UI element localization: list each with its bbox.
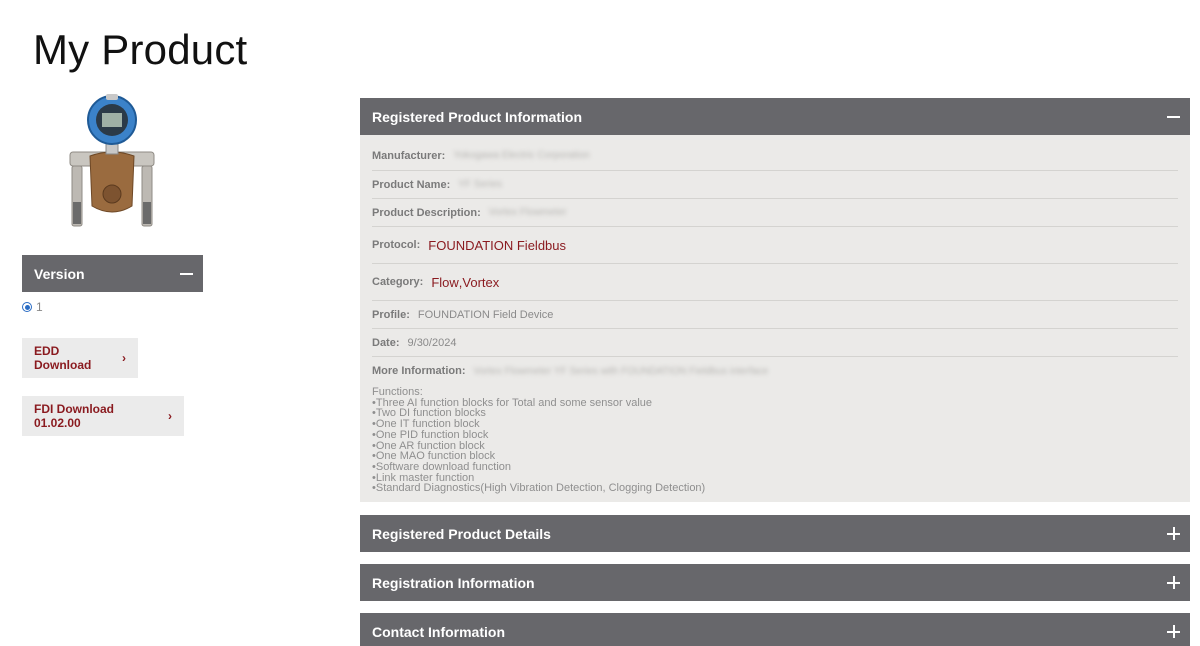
category-link-vortex[interactable]: Vortex — [462, 275, 499, 290]
registered-product-information-body: Manufacturer: Yokogawa Electric Corporat… — [360, 135, 1190, 502]
more-information-value: Vortex Flowmeter YF Series with FOUNDATI… — [473, 365, 769, 377]
registered-product-details-label: Registered Product Details — [372, 525, 551, 542]
product-name-row: Product Name: YF Series — [372, 171, 1178, 199]
profile-label: Profile: — [372, 308, 410, 321]
page-title: My Product — [33, 26, 248, 73]
functions-line: •One IT function block — [372, 418, 480, 431]
fdi-download-label: FDI Download 01.02.00 — [34, 402, 114, 430]
manufacturer-value: Yokogawa Electric Corporation — [453, 150, 590, 161]
product-description-value: Vortex Flowmeter — [488, 207, 567, 218]
functions-line: •Two DI function blocks — [372, 407, 486, 420]
profile-value: FOUNDATION Field Device — [417, 308, 554, 321]
functions-list: Functions: •Three AI function blocks for… — [372, 387, 1178, 494]
functions-line: •Software download function — [372, 460, 511, 473]
fdi-download-button[interactable]: FDI Download 01.02.00 › — [22, 396, 184, 436]
protocol-link[interactable]: FOUNDATION Fieldbus — [428, 238, 566, 253]
functions-line: •One PID function block — [372, 428, 489, 441]
version-option[interactable]: 1 — [22, 300, 43, 314]
registered-product-information-header[interactable]: Registered Product Information — [360, 98, 1190, 135]
category-label: Category: — [372, 276, 424, 288]
registered-product-details-header[interactable]: Registered Product Details — [360, 515, 1190, 552]
category-row: Category: Flow, Vortex — [372, 264, 1178, 301]
version-header-label: Version — [34, 265, 85, 282]
registration-information-label: Registration Information — [372, 574, 535, 591]
more-information-row: More Information: Vortex Flowmeter YF Se… — [372, 357, 1178, 385]
chevron-right-icon: › — [122, 351, 126, 365]
more-information-label: More Information: — [372, 365, 466, 377]
product-description-row: Product Description: Vortex Flowmeter — [372, 199, 1178, 227]
date-value: 9/30/2024 — [407, 336, 457, 349]
version-radio[interactable] — [22, 302, 32, 312]
registered-product-information-label: Registered Product Information — [372, 108, 583, 125]
plus-icon[interactable] — [1167, 527, 1180, 540]
profile-row: Profile: FOUNDATION Field Device — [372, 301, 1178, 329]
manufacturer-row: Manufacturer: Yokogawa Electric Corporat… — [372, 135, 1178, 171]
functions-line: •Standard Diagnostics(High Vibration Det… — [372, 482, 706, 495]
functions-line: •Three AI function blocks for Total and … — [372, 396, 653, 409]
date-label: Date: — [372, 336, 400, 349]
product-name-label: Product Name: — [372, 178, 451, 191]
version-panel-header[interactable]: Version — [22, 255, 203, 292]
manufacturer-label: Manufacturer: — [372, 149, 446, 162]
protocol-label: Protocol: — [372, 239, 421, 251]
contact-information-label: Contact Information — [372, 623, 505, 640]
plus-icon[interactable] — [1167, 576, 1180, 589]
version-option-label: 1 — [36, 300, 43, 314]
product-description-label: Product Description: — [372, 206, 481, 219]
category-link-flow[interactable]: Flow — [431, 275, 458, 290]
minus-icon[interactable] — [180, 272, 193, 275]
chevron-right-icon: › — [168, 409, 172, 423]
product-name-value: YF Series — [458, 179, 503, 190]
registration-information-header[interactable]: Registration Information — [360, 564, 1190, 601]
date-row: Date: 9/30/2024 — [372, 329, 1178, 357]
product-image — [62, 94, 162, 234]
protocol-row: Protocol: FOUNDATION Fieldbus — [372, 227, 1178, 264]
edd-download-label: EDD Download — [34, 344, 92, 372]
plus-icon[interactable] — [1167, 625, 1180, 638]
contact-information-header[interactable]: Contact Information — [360, 613, 1190, 646]
edd-download-button[interactable]: EDD Download › — [22, 338, 138, 378]
minus-icon[interactable] — [1167, 115, 1180, 118]
